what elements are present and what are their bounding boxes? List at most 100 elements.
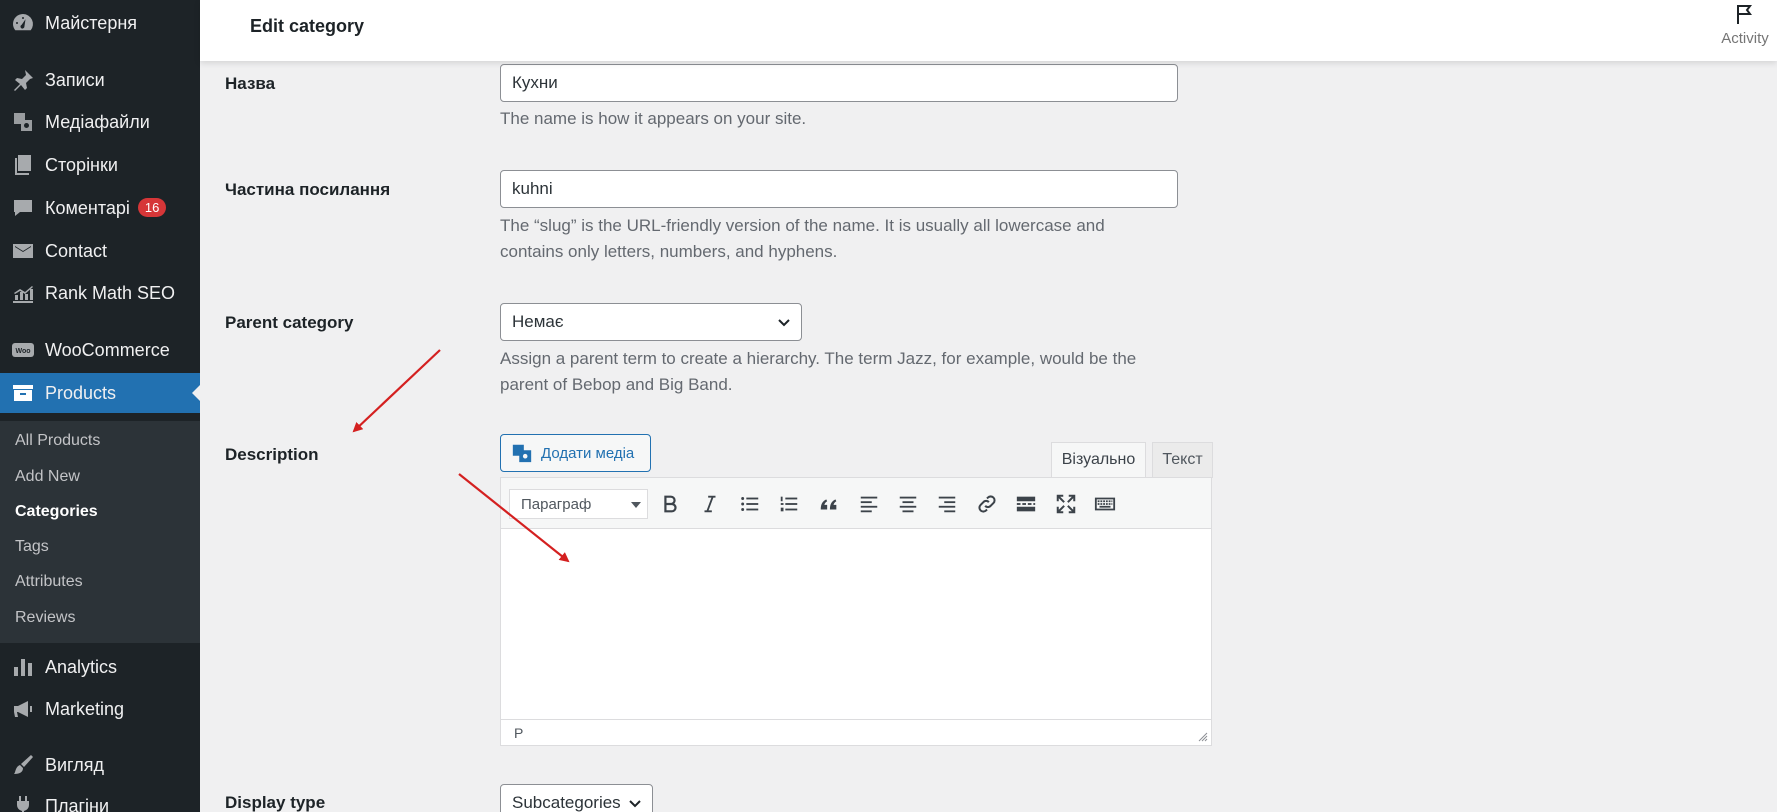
submenu-categories[interactable]: Categories xyxy=(15,503,98,521)
svg-text:Woo: Woo xyxy=(15,348,30,355)
align-center-button[interactable] xyxy=(894,490,922,518)
bold-icon xyxy=(664,495,677,513)
sidebar-item-marketing[interactable]: Marketing xyxy=(0,689,200,729)
rank-math-icon xyxy=(10,280,36,306)
editor-toolbar: Параграф xyxy=(501,478,1211,529)
comments-count-badge: 16 xyxy=(137,197,167,217)
element-path[interactable]: P xyxy=(514,725,523,741)
activity-button[interactable]: Activity xyxy=(1715,2,1775,47)
sidebar-item-contact[interactable]: Contact xyxy=(0,231,200,271)
sidebar-item-dashboard[interactable]: Майстерня xyxy=(0,3,200,43)
activity-label: Activity xyxy=(1721,30,1769,47)
fullscreen-button[interactable] xyxy=(1052,490,1080,518)
format-select-value: Параграф xyxy=(521,495,592,513)
plug-icon xyxy=(10,793,36,812)
sidebar-item-products[interactable]: Products xyxy=(0,373,200,413)
sidebar-item-label: Marketing xyxy=(45,698,125,719)
sidebar-item-posts[interactable]: Записи xyxy=(0,60,200,100)
toolbar-toggle-button[interactable] xyxy=(1091,490,1119,518)
bullet-list-button[interactable] xyxy=(736,490,764,518)
dashboard-icon xyxy=(10,10,36,36)
read-more-icon xyxy=(1016,496,1036,512)
sidebar-item-label: Contact xyxy=(45,240,108,261)
sidebar-item-comments[interactable]: Коментарі 16 xyxy=(0,188,200,228)
numbered-list-button[interactable] xyxy=(775,490,803,518)
description-editor: Параграф P xyxy=(500,477,1212,746)
submenu-all-products[interactable]: All Products xyxy=(15,432,100,450)
display-type-value: Subcategories xyxy=(512,793,621,812)
bold-button[interactable] xyxy=(656,490,684,518)
sidebar-item-rank-math[interactable]: Rank Math SEO xyxy=(0,273,200,313)
sidebar-item-woocommerce[interactable]: Woo WooCommerce xyxy=(0,330,200,370)
resize-handle-icon[interactable] xyxy=(1198,732,1208,742)
align-right-icon xyxy=(938,496,956,513)
display-type-select[interactable]: Subcategories xyxy=(500,784,653,812)
align-center-icon xyxy=(899,496,917,513)
flag-icon xyxy=(1737,5,1752,24)
sidebar-item-label: Сторінки xyxy=(45,154,118,175)
format-select[interactable]: Параграф xyxy=(509,489,648,519)
archive-box-icon xyxy=(10,380,36,406)
slug-label: Частина посилання xyxy=(225,180,391,199)
name-label: Назва xyxy=(225,74,276,93)
sidebar-item-label: Rank Math SEO xyxy=(45,282,176,303)
sidebar-item-analytics[interactable]: Analytics xyxy=(0,647,200,687)
link-icon xyxy=(978,495,996,513)
sidebar-item-label: Майстерня xyxy=(45,12,138,33)
sidebar-item-appearance[interactable]: Вигляд xyxy=(0,745,200,785)
editor-content-area[interactable] xyxy=(501,530,1211,718)
parent-category-value: Немає xyxy=(512,312,564,331)
woocommerce-icon: Woo xyxy=(10,337,36,363)
sidebar-item-media[interactable]: Медіафайли xyxy=(0,102,200,142)
page-title: Edit category xyxy=(250,16,365,36)
parent-help-line-1: Assign a parent term to create a hierarc… xyxy=(500,349,1137,368)
editor-statusbar: P xyxy=(501,719,1211,745)
chevron-down-icon xyxy=(629,800,641,808)
blockquote-button[interactable] xyxy=(815,490,843,518)
slug-input[interactable] xyxy=(500,170,1178,208)
fullscreen-icon xyxy=(1056,494,1076,514)
keyboard-icon xyxy=(1094,497,1116,511)
mail-icon xyxy=(10,238,36,264)
submenu-tags[interactable]: Tags xyxy=(15,538,49,556)
quote-icon xyxy=(820,499,837,510)
page-header: Edit category Activity xyxy=(200,0,1777,61)
parent-category-label: Parent category xyxy=(225,313,354,332)
sidebar-item-label: Analytics xyxy=(45,656,118,677)
media-icon xyxy=(512,444,532,463)
sidebar-item-label: WooCommerce xyxy=(45,339,170,360)
numbered-list-icon xyxy=(780,496,798,512)
display-type-label: Display type xyxy=(225,793,326,812)
media-icon xyxy=(10,109,36,135)
chevron-down-icon xyxy=(778,319,790,327)
sidebar-item-label: Медіафайли xyxy=(45,111,150,132)
sidebar-item-label: Записи xyxy=(45,69,105,90)
add-media-label: Додати медіа xyxy=(541,444,635,462)
bar-chart-icon xyxy=(10,654,36,680)
submenu-attributes[interactable]: Attributes xyxy=(15,573,83,591)
sidebar-item-label: Коментарі xyxy=(45,197,130,218)
insert-link-button[interactable] xyxy=(973,490,1001,518)
parent-help-line-2: parent of Bebop and Big Band. xyxy=(500,375,733,394)
submenu-add-new[interactable]: Add New xyxy=(15,468,80,486)
sidebar-item-plugins[interactable]: Плагіни xyxy=(0,786,200,812)
align-left-icon xyxy=(860,496,878,513)
italic-button[interactable] xyxy=(696,490,724,518)
paintbrush-icon xyxy=(10,752,36,778)
align-left-button[interactable] xyxy=(855,490,883,518)
align-right-button[interactable] xyxy=(933,490,961,518)
arrow-to-description-label xyxy=(352,349,441,433)
submenu-reviews[interactable]: Reviews xyxy=(15,609,75,627)
sidebar-item-pages[interactable]: Сторінки xyxy=(0,145,200,185)
caret-down-icon xyxy=(631,502,641,508)
parent-category-select[interactable]: Немає xyxy=(500,303,802,341)
slug-help-line-2: contains only letters, numbers, and hyph… xyxy=(500,242,838,261)
megaphone-icon xyxy=(10,696,36,722)
add-media-button[interactable]: Додати медіа xyxy=(500,434,651,472)
tab-text[interactable]: Текст xyxy=(1152,442,1213,478)
tab-visual[interactable]: Візуально xyxy=(1051,442,1146,478)
name-input[interactable] xyxy=(500,64,1178,102)
read-more-button[interactable] xyxy=(1012,490,1040,518)
description-label: Description xyxy=(225,445,319,464)
sidebar-item-label-wrap: Коментарі 16 xyxy=(45,197,167,219)
